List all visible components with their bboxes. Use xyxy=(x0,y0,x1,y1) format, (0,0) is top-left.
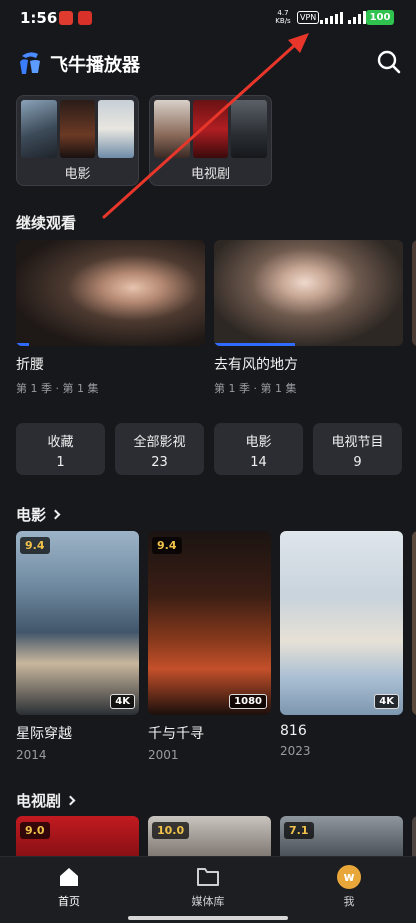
movies-list: 9.4 4K 星际穿越 2014 9.4 1080 千与千寻 2001 4K 8… xyxy=(16,531,416,761)
tv-section-header[interactable]: 电视剧 xyxy=(16,790,76,811)
network-speed: 4.7 KB/s xyxy=(272,9,294,25)
stat-count: 1 xyxy=(56,455,65,470)
home-indicator xyxy=(128,916,288,920)
section-title-text: 电影 xyxy=(16,506,47,524)
movie-card[interactable]: 4K 816 2023 xyxy=(280,531,403,758)
rating-badge: 9.0 xyxy=(20,822,50,839)
continue-item[interactable]: 折腰 第 1 季 · 第 1 集 xyxy=(16,240,205,396)
movie-poster: 9.4 4K xyxy=(16,531,139,715)
stat-label: 收藏 xyxy=(47,435,74,450)
continue-watching-title: 继续观看 xyxy=(16,212,76,233)
movie-card[interactable]: 9.4 4K 星际穿越 2014 xyxy=(16,531,139,761)
tv-card[interactable]: 7.1 xyxy=(280,816,403,856)
tab-home[interactable]: 首页 xyxy=(24,864,114,909)
stat-label: 电影 xyxy=(245,435,272,450)
section-title-text: 电视剧 xyxy=(16,792,62,810)
stat-label: 电视节目 xyxy=(331,435,384,450)
tab-label: 首页 xyxy=(58,895,80,908)
rating-badge: 7.1 xyxy=(284,822,314,839)
episode-subtitle: 第 1 季 · 第 1 集 xyxy=(16,382,99,395)
continue-item[interactable]: 去有风的地方 第 1 季 · 第 1 集 xyxy=(214,240,403,396)
net-speed-unit: KB/s xyxy=(275,17,291,25)
notification-app-icon-2 xyxy=(78,11,92,25)
rating-badge: 9.4 xyxy=(20,537,50,554)
stat-movies[interactable]: 电影 14 xyxy=(214,423,303,475)
movie-title: 816 xyxy=(280,723,307,739)
tv-card[interactable]: 10.0 xyxy=(148,816,271,856)
episode-thumbnail xyxy=(16,240,205,346)
net-speed-value: 4.7 xyxy=(277,9,289,17)
watch-progress-bar xyxy=(214,343,296,346)
chevron-right-icon xyxy=(50,509,61,520)
movie-title: 千与千寻 xyxy=(148,726,204,742)
library-movies[interactable]: 电影 xyxy=(16,95,139,186)
section-title-text: 继续观看 xyxy=(16,214,77,232)
media-libraries: 电影 电视剧 xyxy=(16,95,272,186)
resolution-badge: 4K xyxy=(374,694,399,709)
status-time: 1:56 xyxy=(20,9,58,27)
movie-card[interactable]: 9.4 1080 千与千寻 2001 xyxy=(148,531,271,761)
movie-poster: 4K xyxy=(280,531,403,715)
folder-icon xyxy=(197,868,219,886)
stat-count: 14 xyxy=(250,455,267,470)
continue-watching-list: 折腰 第 1 季 · 第 1 集 去有风的地方 第 1 季 · 第 1 集 xyxy=(16,240,416,400)
movie-card-partial[interactable] xyxy=(412,531,416,715)
tab-label: 媒体库 xyxy=(191,895,225,908)
vpn-icon: VPN xyxy=(297,11,320,24)
app-logo-icon xyxy=(20,52,40,74)
library-thumbnails xyxy=(154,100,268,158)
bottom-tab-bar: 首页 媒体库 w 我 xyxy=(0,856,416,923)
movie-year: 2001 xyxy=(148,748,179,761)
avatar: w xyxy=(337,865,361,889)
tv-list: 9.0 10.0 7.1 xyxy=(16,816,416,856)
home-icon xyxy=(60,868,78,886)
stat-count: 9 xyxy=(353,455,362,470)
rating-badge: 9.4 xyxy=(152,537,182,554)
stat-favorites[interactable]: 收藏 1 xyxy=(16,423,105,475)
episode-title: 去有风的地方 xyxy=(214,357,298,373)
resolution-badge: 4K xyxy=(110,694,135,709)
battery-icon: 100 xyxy=(366,10,394,25)
movie-year: 2014 xyxy=(16,748,47,761)
episode-thumbnail xyxy=(214,240,403,346)
movie-poster xyxy=(412,531,416,715)
episode-thumbnail xyxy=(412,240,416,346)
library-tv[interactable]: 电视剧 xyxy=(149,95,272,186)
app-header: 飞牛播放器 xyxy=(0,40,416,84)
notification-app-icon xyxy=(59,11,73,25)
tv-card[interactable]: 9.0 xyxy=(16,816,139,856)
movies-section-header[interactable]: 电影 xyxy=(16,504,61,525)
continue-item-partial[interactable] xyxy=(412,240,416,346)
tab-library[interactable]: 媒体库 xyxy=(163,864,253,909)
tab-label: 我 xyxy=(343,895,355,908)
stat-all-media[interactable]: 全部影视 23 xyxy=(115,423,204,475)
movie-poster: 9.4 1080 xyxy=(148,531,271,715)
tv-card-partial[interactable] xyxy=(412,816,416,856)
rating-badge: 10.0 xyxy=(152,822,190,839)
tab-me[interactable]: w 我 xyxy=(304,864,394,909)
search-icon[interactable] xyxy=(376,49,402,75)
resolution-badge: 1080 xyxy=(229,694,267,709)
stat-tv-shows[interactable]: 电视节目 9 xyxy=(313,423,402,475)
movie-year: 2023 xyxy=(280,744,311,758)
library-stats: 收藏 1 全部影视 23 电影 14 电视节目 9 xyxy=(16,423,416,475)
watch-progress-bar xyxy=(16,343,30,346)
app-title: 飞牛播放器 xyxy=(50,55,140,76)
signal-icon xyxy=(320,11,366,24)
status-bar: 1:56 4.7 KB/s VPN 100 xyxy=(0,0,416,36)
stat-label: 全部影视 xyxy=(133,435,186,450)
library-thumbnails xyxy=(21,100,135,158)
episode-title: 折腰 xyxy=(16,357,44,373)
episode-subtitle: 第 1 季 · 第 1 集 xyxy=(214,382,297,395)
library-name: 电视剧 xyxy=(190,167,230,182)
movie-title: 星际穿越 xyxy=(16,726,72,742)
chevron-right-icon xyxy=(65,795,76,806)
stat-count: 23 xyxy=(151,455,168,470)
library-name: 电影 xyxy=(64,167,91,182)
